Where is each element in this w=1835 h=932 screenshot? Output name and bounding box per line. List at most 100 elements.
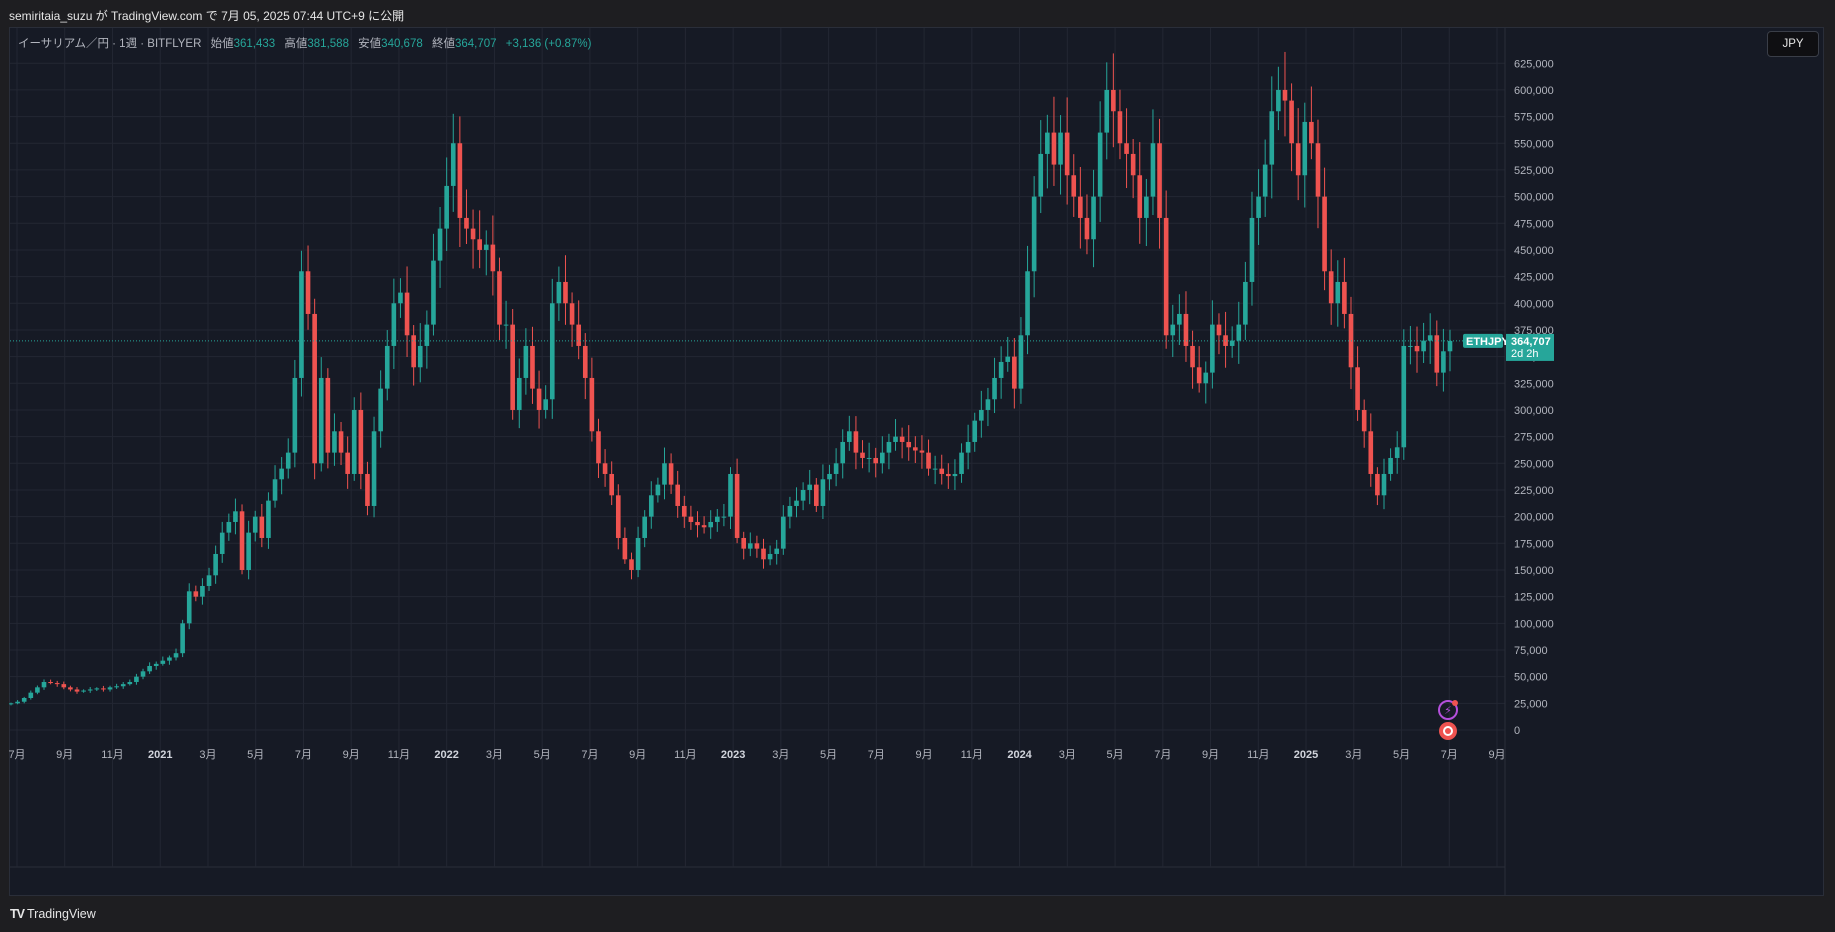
candle-body <box>48 681 53 684</box>
candle-body <box>873 457 879 464</box>
price-tick-label: 550,000 <box>1514 138 1554 150</box>
candle-body <box>68 687 73 690</box>
time-tick-label: 3月 <box>199 749 216 761</box>
candle-body <box>965 441 971 453</box>
candle-body <box>1157 143 1162 218</box>
candle-body <box>893 436 898 442</box>
candle-body <box>338 431 344 453</box>
time-tick-label: 3月 <box>486 749 503 761</box>
candle-body <box>569 303 575 325</box>
candle-body <box>279 468 284 480</box>
candle-body <box>1163 217 1169 336</box>
price-tick-label: 525,000 <box>1514 165 1554 177</box>
candle-body <box>860 452 865 458</box>
price-tick-label: 175,000 <box>1514 538 1554 550</box>
tradingview-brand[interactable]: TV TradingView <box>10 907 96 921</box>
time-tick-label: 11月 <box>101 749 123 761</box>
candle-body <box>41 681 47 688</box>
candle-body <box>932 468 938 470</box>
candle-body <box>1348 313 1354 368</box>
candle-body <box>913 447 918 451</box>
price-tick-label: 450,000 <box>1514 245 1554 257</box>
candle-body <box>648 495 654 517</box>
time-tick-label: 3月 <box>1345 749 1362 761</box>
record-icon[interactable] <box>1439 722 1457 740</box>
candle-body <box>1124 143 1129 154</box>
time-tick-label: 2021 <box>148 749 172 761</box>
price-tick-label: 250,000 <box>1514 458 1554 470</box>
candle-body <box>226 521 232 533</box>
candle-body <box>266 500 271 538</box>
publish-header: semiritaia_suzu が TradingView.com で 7月 0… <box>0 0 1835 27</box>
candle-body <box>470 228 476 240</box>
time-tick-label: 11月 <box>674 749 696 761</box>
footer-bar <box>0 896 1835 932</box>
candle-body <box>741 537 747 549</box>
candle-body <box>972 420 978 442</box>
candle-body <box>101 688 106 690</box>
candle-body <box>1137 175 1143 218</box>
candle-body <box>1447 340 1453 352</box>
candle-body <box>1071 175 1077 197</box>
legend-high-value: 381,588 <box>307 38 349 50</box>
candle-body <box>450 143 456 186</box>
legend-symbol: イーサリアム／円 · 1週 · BITFLYER <box>18 38 202 50</box>
candle-body <box>959 452 964 474</box>
time-axis: 7月 9月 11月 2021 3月 5月 7月 9月 11月 2022 3月 5月 7月 9月 11月 202… <box>9 749 1506 761</box>
legend-low-value: 340,678 <box>381 38 423 50</box>
time-tick-label: 9月 <box>629 749 646 761</box>
candle-body <box>1328 271 1334 304</box>
candle-body <box>1012 356 1017 389</box>
candle-body <box>246 532 251 570</box>
candle-body <box>800 489 806 501</box>
candle-body <box>127 681 133 685</box>
candlestick-chart[interactable]: 0 25,000 50,000 75,000 100,000 125,000 150,000… <box>9 27 1824 896</box>
currency-button[interactable]: JPY <box>1767 31 1819 57</box>
candle-body <box>1183 313 1189 346</box>
time-tick-label: 2023 <box>721 749 745 761</box>
candles <box>9 51 1453 706</box>
time-tick-label: 9月 <box>1488 749 1505 761</box>
candle-body <box>642 516 647 538</box>
candle-body <box>87 689 93 691</box>
candle-body <box>81 690 86 692</box>
candle-body <box>1025 271 1030 336</box>
svg-text:⚡: ⚡ <box>1444 705 1452 717</box>
candle-body <box>351 409 357 474</box>
candle-body <box>371 431 377 506</box>
legend-close-label: 終値 <box>431 38 455 50</box>
candle-body <box>880 452 885 464</box>
candle-body <box>1256 196 1261 218</box>
candle-body <box>213 553 218 576</box>
candle-body <box>35 687 40 693</box>
candle-body <box>1170 324 1176 336</box>
price-tick-label: 325,000 <box>1514 378 1554 390</box>
candle-body <box>833 463 839 474</box>
candle-body <box>563 281 568 304</box>
time-tick-label: 5月 <box>247 749 264 761</box>
time-tick-label: 9月 <box>56 749 73 761</box>
candle-body <box>147 665 152 672</box>
time-tick-label: 5月 <box>1107 749 1124 761</box>
candle-body <box>734 473 740 538</box>
legend-change: +3,136 (+0.87%) <box>505 38 592 50</box>
ohlc-legend: イーサリアム／円 · 1週 · BITFLYER 始値361,433 高値381… <box>18 35 591 51</box>
candle-body <box>1117 111 1123 144</box>
candle-body <box>1375 473 1380 496</box>
candle-body <box>814 484 819 506</box>
candle-body <box>1111 89 1116 112</box>
candle-body <box>1414 345 1420 352</box>
candle-body <box>979 409 984 421</box>
candle-body <box>1058 132 1063 165</box>
candle-body <box>384 345 390 389</box>
candle-body <box>1262 164 1268 197</box>
candle-body <box>662 463 667 485</box>
candle-body <box>200 585 205 597</box>
time-tick-label: 2022 <box>434 749 458 761</box>
candle-body <box>1282 89 1288 101</box>
price-tick-label: 475,000 <box>1514 218 1554 230</box>
candle-body <box>985 399 991 410</box>
candle-body <box>510 324 515 410</box>
candle-body <box>589 377 595 432</box>
candle-body <box>728 473 733 517</box>
